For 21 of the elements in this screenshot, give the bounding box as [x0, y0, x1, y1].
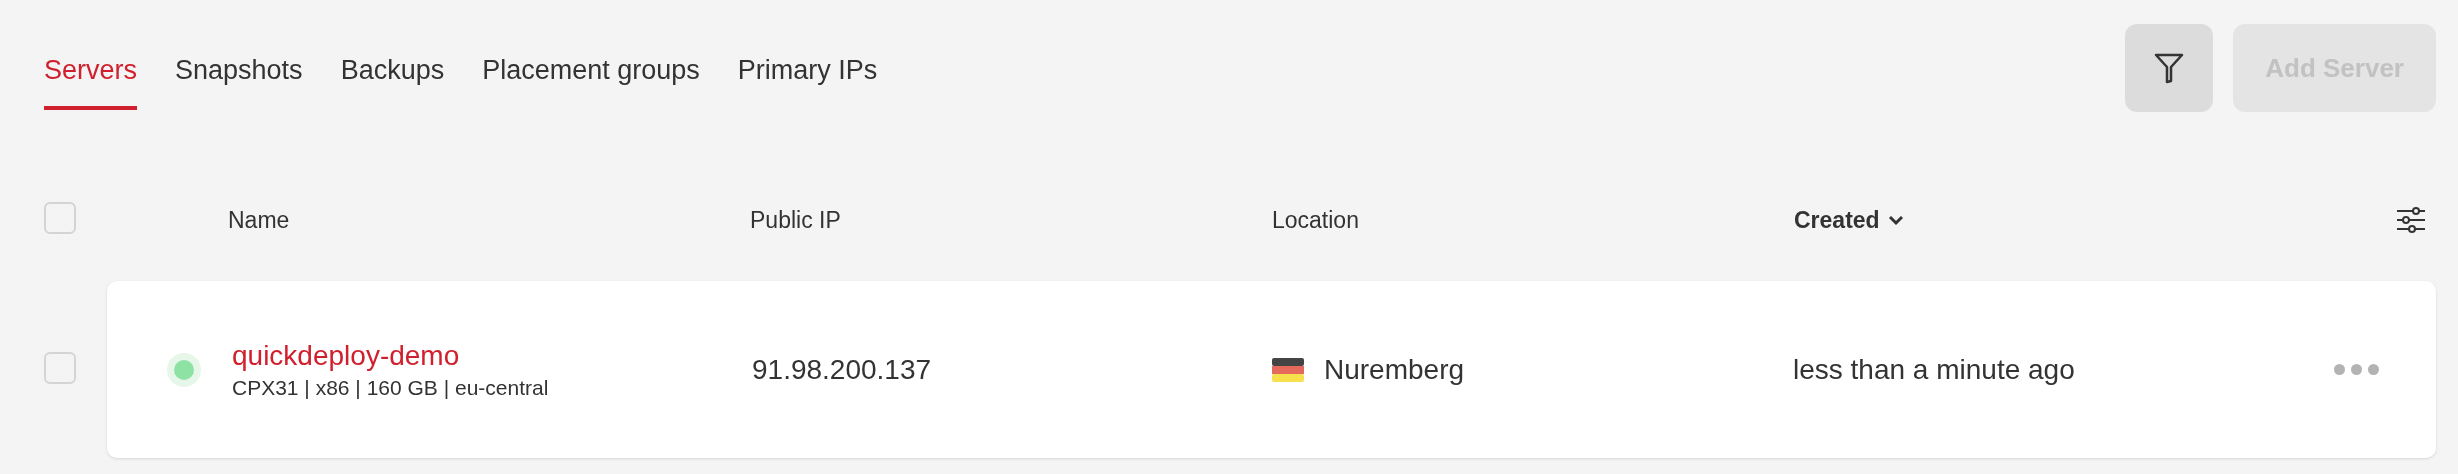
server-details: CPX31 | x86 | 160 GB | eu-central — [232, 375, 550, 400]
row-checkbox[interactable] — [44, 351, 76, 384]
column-header[interactable]: Created — [1794, 206, 1904, 234]
flag-icon — [1272, 357, 1304, 382]
select-all-checkbox[interactable] — [44, 202, 76, 234]
created-time: less than a minute ago — [1793, 353, 2075, 385]
tab[interactable]: Backups — [340, 55, 445, 110]
tab[interactable]: Servers — [44, 55, 138, 110]
tab[interactable]: Primary IPs — [737, 55, 878, 110]
tab[interactable]: Placement groups — [482, 55, 700, 110]
column-header[interactable]: Public IP — [750, 206, 841, 234]
server-name-link[interactable]: quickdeploy-demo — [232, 339, 752, 372]
location-name: Nuremberg — [1324, 353, 1465, 386]
filter-icon — [2154, 52, 2185, 84]
column-header[interactable]: Name — [228, 206, 290, 234]
filter-button[interactable] — [2125, 24, 2214, 112]
public-ip: 91.98.200.137 — [752, 353, 932, 385]
tab[interactable]: Snapshots — [175, 55, 303, 110]
column-header[interactable]: Location — [1272, 206, 1359, 234]
chevron-down-icon — [1887, 214, 1904, 226]
sliders-icon[interactable] — [2396, 206, 2426, 234]
